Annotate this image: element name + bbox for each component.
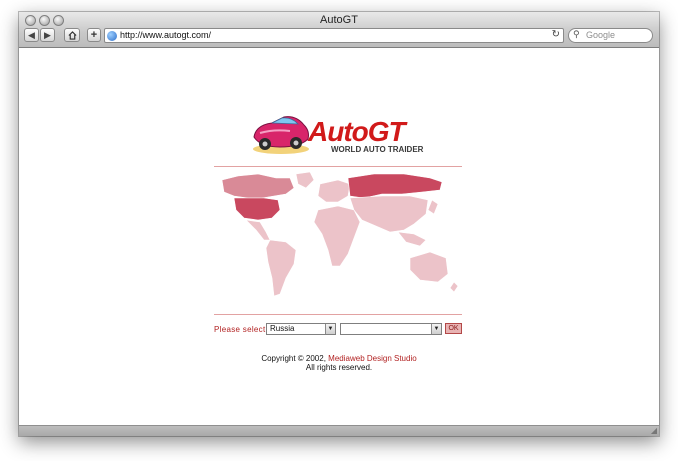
plus-icon: + [90,29,98,41]
title-bar: AutoGT ◀ ▶ + http://www.autogt.com/ ↻ ⚲ … [19,12,659,48]
chevron-left-icon: ◀ [28,29,35,40]
map-region-new-zealand [449,281,459,293]
map-region-central-america [245,219,271,241]
home-icon [67,30,77,40]
map-region-usa [233,197,281,221]
map-region-africa [313,205,361,267]
browser-window: AutoGT ◀ ▶ + http://www.autogt.com/ ↻ ⚲ … [19,12,659,436]
bottom-divider [214,314,462,315]
selection-row: Please select Russia ▼ ▼ OK [214,323,462,337]
logo-wordmark: AutoGT [308,116,406,147]
map-region-russia [347,173,443,199]
map-region-asia [349,195,429,233]
chevron-down-icon: ▼ [325,324,335,334]
footer: Copyright © 2002, Mediaweb Design Studio… [19,354,659,372]
status-bar: ◢ [19,425,659,436]
chevron-right-icon: ▶ [44,29,51,40]
map-region-europe [317,179,351,203]
car-logo-icon [253,116,309,154]
map-region-south-america [265,239,297,297]
copyright-line: Copyright © 2002, Mediaweb Design Studio [19,354,659,363]
copyright-text: Copyright © 2002, [261,354,326,363]
forward-button[interactable]: ▶ [40,28,55,42]
map-region-japan [427,199,439,215]
select-label: Please select [214,325,266,334]
home-button[interactable] [64,28,80,42]
window-title: AutoGT [320,14,358,26]
page-content: AutoGT WORLD AUTO TRAIDER Please select … [19,49,659,425]
logo-subtitle: WORLD AUTO TRAIDER [331,145,424,154]
search-placeholder: Google [586,30,616,40]
search-icon: ⚲ [573,29,580,39]
studio-link[interactable]: Mediaweb Design Studio [328,354,417,363]
country-select-value: Russia [270,324,295,333]
top-divider [214,166,462,167]
map-region-australia [409,251,449,283]
add-bookmark-button[interactable]: + [87,28,101,42]
autogt-logo[interactable]: AutoGT WORLD AUTO TRAIDER [250,109,430,159]
country-select[interactable]: Russia ▼ [266,323,336,335]
resize-grip-icon[interactable]: ◢ [651,426,657,435]
map-region-canada [221,173,295,199]
map-region-greenland [295,171,315,189]
url-text: http://www.autogt.com/ [120,30,212,40]
world-map[interactable] [214,170,462,302]
search-field[interactable]: ⚲ Google [568,28,653,43]
address-bar[interactable]: http://www.autogt.com/ ↻ [104,28,564,43]
ok-button[interactable]: OK [445,323,462,334]
globe-icon [107,31,117,41]
back-button[interactable]: ◀ [24,28,39,42]
rights-text: All rights reserved. [305,363,373,372]
region-select[interactable]: ▼ [340,323,442,335]
map-region-southeast-asia [397,231,427,247]
chevron-down-icon: ▼ [431,324,441,334]
reload-icon[interactable]: ↻ [552,29,560,40]
